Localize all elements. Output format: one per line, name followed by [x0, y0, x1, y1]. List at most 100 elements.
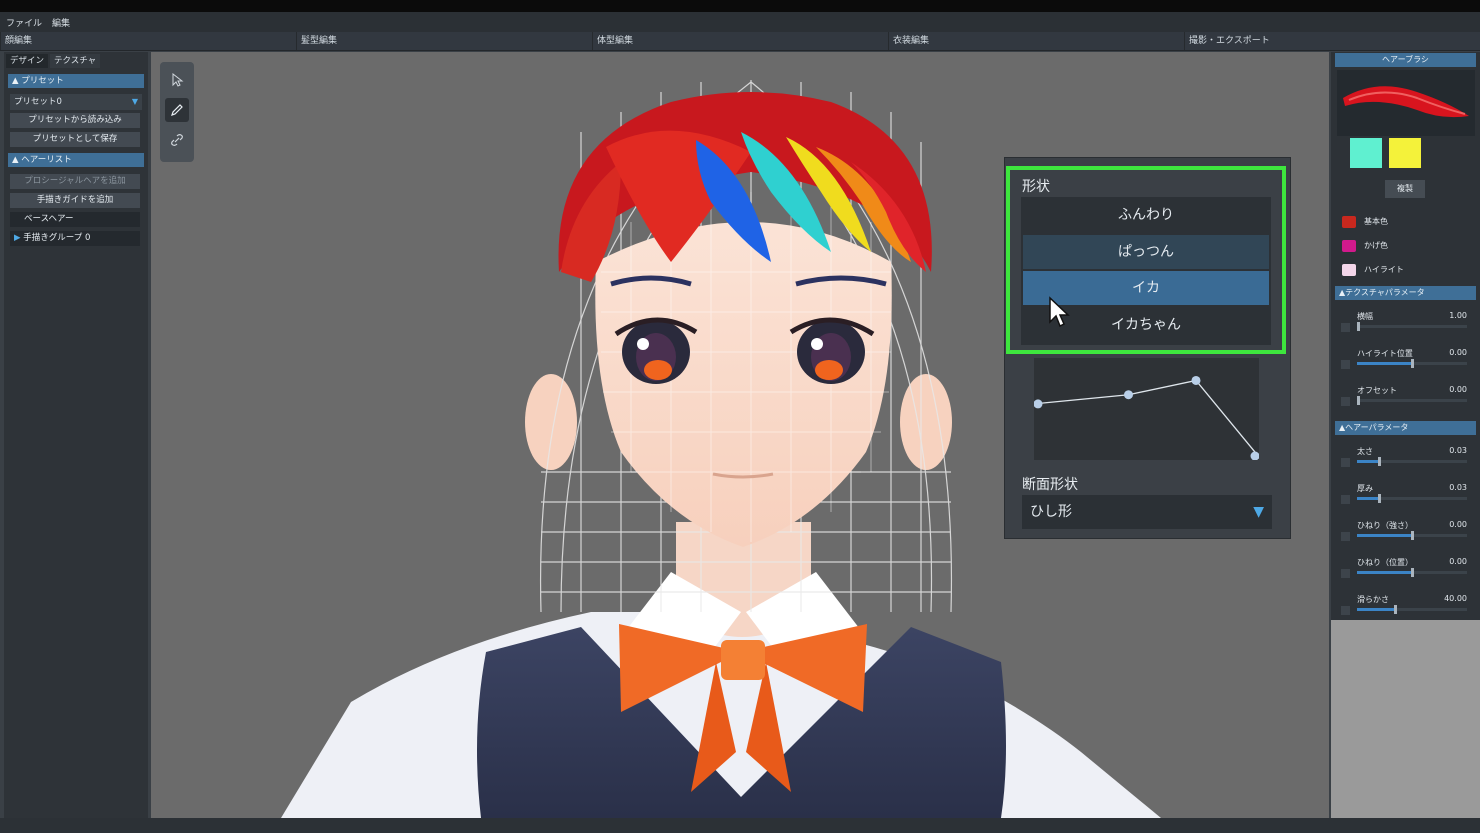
- swatch-yellow[interactable]: [1389, 138, 1421, 168]
- param-value[interactable]: 0.00: [1449, 520, 1467, 529]
- param-slider[interactable]: [1357, 396, 1467, 405]
- slider-handle[interactable]: [1410, 568, 1414, 577]
- pen-icon: [171, 104, 183, 116]
- param-value[interactable]: 0.00: [1449, 348, 1467, 357]
- slider-handle[interactable]: [1410, 359, 1414, 368]
- tab-face-edit[interactable]: 顔編集: [0, 32, 301, 50]
- param-checkbox[interactable]: [1341, 606, 1350, 615]
- color-base[interactable]: 基本色: [1342, 215, 1388, 229]
- param-checkbox[interactable]: [1341, 360, 1350, 369]
- slider-handle[interactable]: [1357, 396, 1360, 405]
- param-checkbox[interactable]: [1341, 569, 1350, 578]
- cursor-arrow-icon: [172, 73, 184, 87]
- preset-select-value: プリセット0: [14, 97, 62, 107]
- param-value[interactable]: 40.00: [1444, 594, 1467, 603]
- link-tool-button[interactable]: [165, 128, 189, 152]
- param-label: 滑らかさ: [1357, 595, 1389, 604]
- tab-body-edit[interactable]: 体型編集: [592, 32, 893, 50]
- slider-handle[interactable]: [1378, 457, 1382, 466]
- param-checkbox[interactable]: [1341, 458, 1350, 467]
- chevron-down-icon: ▼: [131, 97, 138, 106]
- slider-handle[interactable]: [1378, 494, 1382, 503]
- hair-param[interactable]: ひねり（強さ） 0.00: [1341, 520, 1467, 550]
- color-swatch[interactable]: [1342, 239, 1356, 252]
- select-tool-button[interactable]: [165, 68, 189, 92]
- brush-tool-button[interactable]: [165, 98, 189, 122]
- color-shadow[interactable]: かげ色: [1342, 239, 1388, 253]
- param-slider[interactable]: [1357, 568, 1467, 577]
- param-value[interactable]: 1.00: [1449, 311, 1467, 320]
- texture-params-header[interactable]: ▲テクスチャパラメータ: [1335, 286, 1476, 300]
- tab-design[interactable]: デザイン: [6, 54, 49, 68]
- cross-section-select[interactable]: ひし形 ▼: [1022, 495, 1272, 529]
- param-slider[interactable]: [1357, 494, 1467, 503]
- param-slider[interactable]: [1357, 322, 1467, 331]
- curve-graph: [1033, 375, 1260, 461]
- param-value[interactable]: 0.00: [1449, 385, 1467, 394]
- tab-hair-edit[interactable]: 髪型編集: [296, 32, 597, 50]
- preset-section-label: プリセット: [21, 76, 64, 86]
- color-swatch[interactable]: [1342, 263, 1356, 276]
- param-value[interactable]: 0.00: [1449, 557, 1467, 566]
- param-checkbox[interactable]: [1341, 532, 1350, 541]
- hairlist-section-header[interactable]: ▲ ヘアーリスト: [8, 153, 144, 167]
- param-slider[interactable]: [1357, 531, 1467, 540]
- color-label: かげ色: [1364, 241, 1388, 250]
- hair-params-header[interactable]: ▲ヘアーパラメータ: [1335, 421, 1476, 435]
- color-swatch[interactable]: [1342, 215, 1356, 228]
- hair-param[interactable]: 太さ 0.03: [1341, 446, 1467, 476]
- slider-fill: [1357, 534, 1412, 537]
- color-highlight[interactable]: ハイライト: [1342, 263, 1404, 277]
- curve-control-point[interactable]: [1191, 375, 1201, 385]
- list-item-group[interactable]: ▶ 手描きグループ 0: [10, 231, 140, 246]
- design-texture-tabs: デザイン テクスチャ: [6, 54, 101, 68]
- shape-title: 形状: [1022, 179, 1050, 195]
- hair-param[interactable]: 厚み 0.03: [1341, 483, 1467, 513]
- tool-palette: [160, 62, 194, 162]
- swatch-cyan[interactable]: [1350, 138, 1382, 168]
- list-item-base-hair[interactable]: ベースヘアー: [10, 212, 140, 227]
- slider-handle[interactable]: [1357, 322, 1360, 331]
- param-slider[interactable]: [1357, 605, 1467, 614]
- curve-control-point[interactable]: [1250, 451, 1260, 461]
- param-value[interactable]: 0.03: [1449, 483, 1467, 492]
- curve-editor[interactable]: [1033, 358, 1260, 461]
- tab-outfit-edit[interactable]: 衣装編集: [888, 32, 1189, 50]
- curve-control-point[interactable]: [1033, 399, 1043, 409]
- duplicate-button[interactable]: 複製: [1385, 180, 1425, 198]
- param-value[interactable]: 0.03: [1449, 446, 1467, 455]
- texture-params-label: テクスチャパラメータ: [1345, 288, 1425, 297]
- load-preset-button[interactable]: プリセットから読み込み: [10, 113, 140, 128]
- group-label: 手描きグループ 0: [23, 233, 91, 243]
- menu-file[interactable]: ファイル: [6, 16, 42, 29]
- expand-arrow-icon[interactable]: ▶: [14, 233, 21, 243]
- tab-texture[interactable]: テクスチャ: [50, 54, 101, 68]
- preset-select[interactable]: プリセット0 ▼: [10, 94, 142, 110]
- shape-option-funwari[interactable]: ふんわり: [1023, 198, 1269, 232]
- slider-fill: [1357, 460, 1379, 463]
- mouse-cursor-icon: [1049, 296, 1070, 328]
- param-checkbox[interactable]: [1341, 323, 1350, 332]
- tab-photo-export[interactable]: 撮影・エクスポート: [1184, 32, 1480, 50]
- param-checkbox[interactable]: [1341, 397, 1350, 406]
- texture-param[interactable]: オフセット 0.00: [1341, 385, 1467, 415]
- slider-handle[interactable]: [1410, 531, 1414, 540]
- texture-param[interactable]: 横幅 1.00: [1341, 311, 1467, 341]
- preset-section-header[interactable]: ▲ プリセット: [8, 74, 144, 88]
- app-window: ファイル 編集 顔編集 髪型編集 体型編集 衣装編集 撮影・エクスポート デザイ…: [0, 0, 1480, 833]
- menu-edit[interactable]: 編集: [52, 16, 70, 29]
- slider-fill: [1357, 571, 1412, 574]
- save-preset-button[interactable]: プリセットとして保存: [10, 132, 140, 147]
- add-guide-button[interactable]: 手描きガイドを追加: [10, 193, 140, 208]
- hair-param[interactable]: ひねり（位置） 0.00: [1341, 557, 1467, 587]
- shape-option-pattsun[interactable]: ぱっつん: [1023, 235, 1269, 269]
- hair-param[interactable]: 滑らかさ 40.00: [1341, 594, 1467, 624]
- texture-param[interactable]: ハイライト位置 0.00: [1341, 348, 1467, 378]
- param-slider[interactable]: [1357, 359, 1467, 368]
- curve-control-point[interactable]: [1124, 390, 1133, 400]
- add-procedural-hair-button[interactable]: プロシージャルヘアを追加: [10, 174, 140, 189]
- slider-handle[interactable]: [1394, 605, 1398, 614]
- brush-preview: [1337, 70, 1475, 136]
- param-checkbox[interactable]: [1341, 495, 1350, 504]
- param-slider[interactable]: [1357, 457, 1467, 466]
